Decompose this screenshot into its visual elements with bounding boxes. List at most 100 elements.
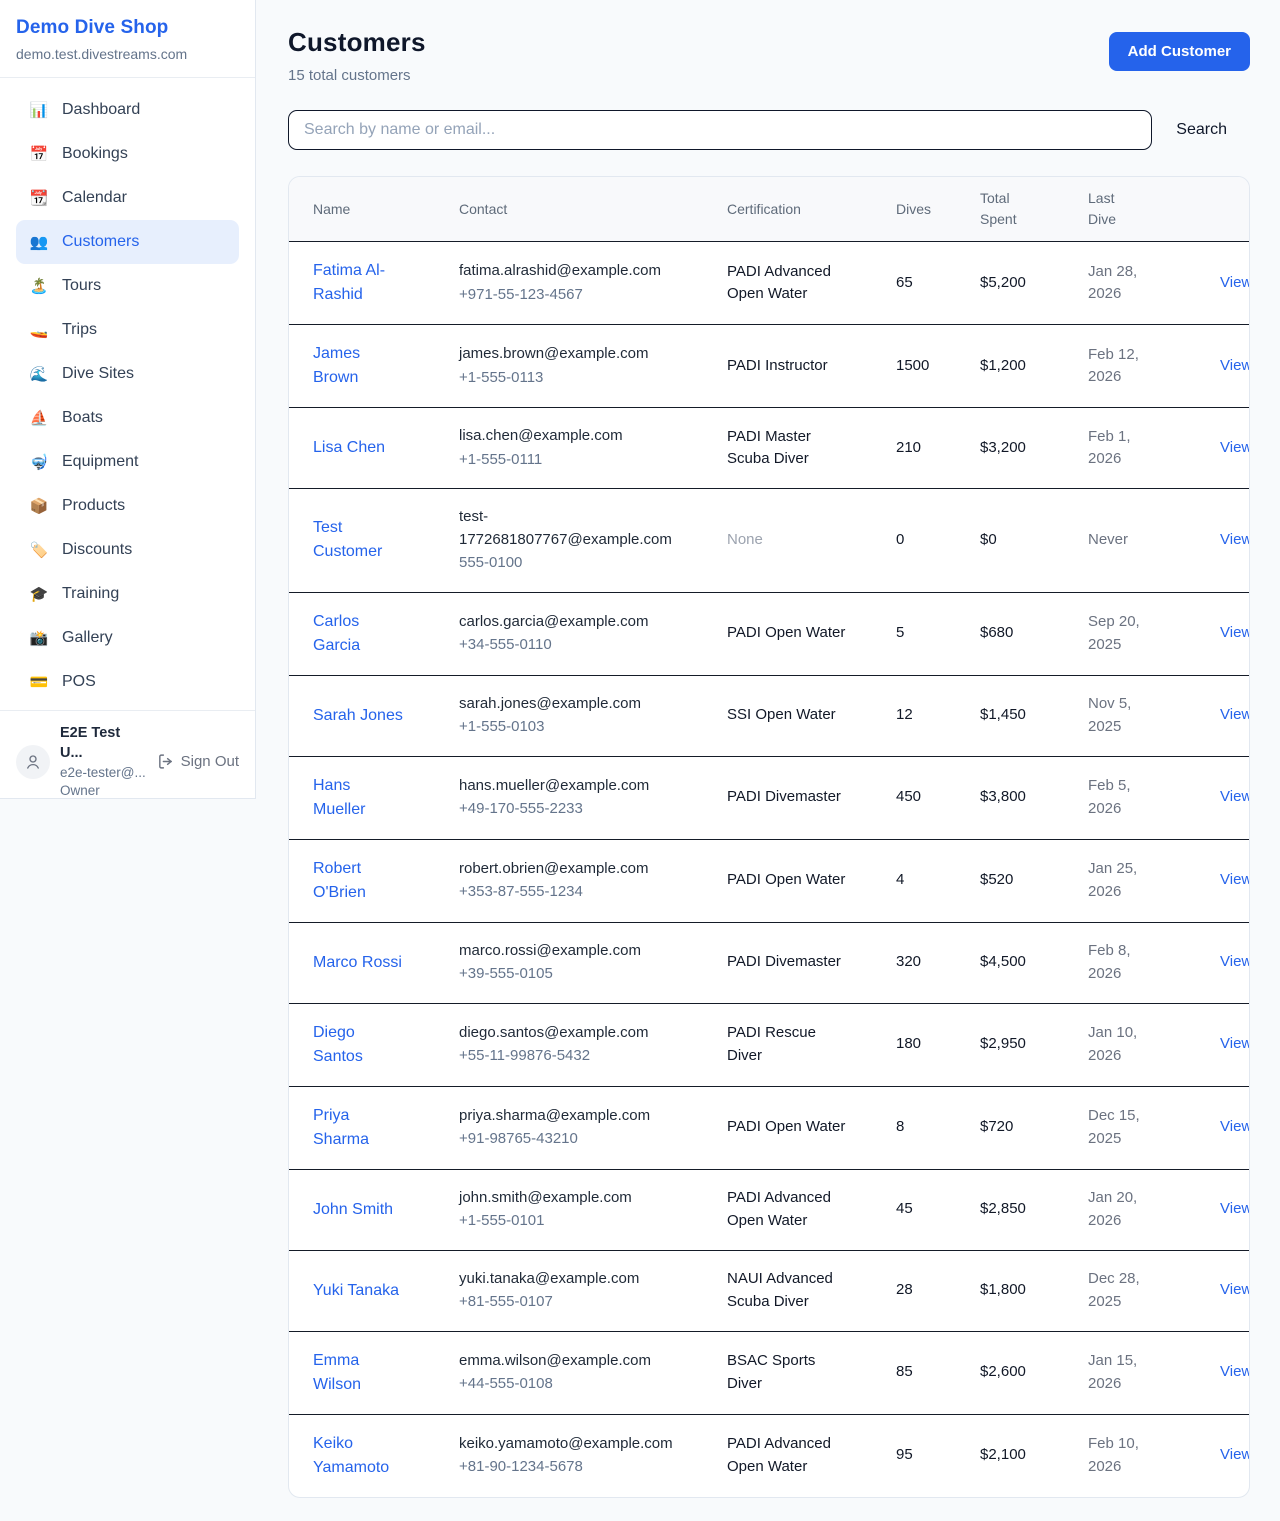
view-customer-link[interactable]: View	[1220, 788, 1250, 805]
customer-name-link[interactable]: Hans Mueller	[313, 777, 365, 818]
customer-name-link[interactable]: Emma Wilson	[313, 1352, 361, 1393]
customer-certification: PADI Master Scuba Diver	[727, 408, 896, 489]
view-customer-link[interactable]: View	[1220, 1281, 1250, 1298]
table-row: Robert O'Brien robert.obrien@example.com…	[289, 839, 1250, 922]
customer-phone: +55-11-99876-5432	[459, 1045, 669, 1068]
sidebar-item-trips[interactable]: 🚤 Trips	[16, 308, 239, 352]
customer-name-link[interactable]: Sarah Jones	[313, 707, 403, 724]
sidebar-item-boats[interactable]: ⛵ Boats	[16, 396, 239, 440]
customer-email: robert.obrien@example.com	[459, 858, 669, 881]
customer-last-dive: Jan 20, 2026	[1088, 1169, 1195, 1250]
customer-phone: +1-555-0101	[459, 1210, 669, 1233]
customer-phone: +81-555-0107	[459, 1291, 669, 1314]
page-title: Customers	[288, 27, 426, 58]
customer-name-link[interactable]: Yuki Tanaka	[313, 1282, 399, 1299]
column-header-total-spent: Total Spent	[980, 177, 1088, 242]
customer-name-link[interactable]: Robert O'Brien	[313, 860, 366, 901]
view-customer-link[interactable]: View	[1220, 624, 1250, 641]
customer-dives: 1500	[896, 325, 980, 408]
app-root: Demo Dive Shop demo.test.divestreams.com…	[0, 0, 1280, 1521]
sidebar-item-dashboard[interactable]: 📊 Dashboard	[16, 88, 239, 132]
customer-last-dive: Dec 28, 2025	[1088, 1250, 1195, 1331]
customer-email: john.smith@example.com	[459, 1187, 669, 1210]
view-customer-link[interactable]: View	[1220, 1035, 1250, 1052]
sidebar-item-calendar[interactable]: 📆 Calendar	[16, 176, 239, 220]
customer-last-dive: Nov 5, 2025	[1088, 675, 1195, 756]
customer-certification: PADI Advanced Open Water	[727, 1414, 896, 1497]
customer-name-link[interactable]: Fatima Al-Rashid	[313, 262, 385, 303]
customer-contact: lisa.chen@example.com +1-555-0111	[459, 408, 727, 489]
sidebar-item-training[interactable]: 🎓 Training	[16, 572, 239, 616]
view-customer-link[interactable]: View	[1220, 871, 1250, 888]
sidebar-item-discounts[interactable]: 🏷️ Discounts	[16, 528, 239, 572]
customer-certification: BSAC Sports Diver	[727, 1331, 896, 1414]
sidebar-nav: 📊 Dashboard 📅 Bookings 📆 Calendar 👥 Cust…	[0, 78, 255, 710]
customer-name-link[interactable]: Marco Rossi	[313, 954, 402, 971]
customer-contact: hans.mueller@example.com +49-170-555-223…	[459, 756, 727, 839]
sidebar-item-tours[interactable]: 🏝️ Tours	[16, 264, 239, 308]
view-customer-link[interactable]: View	[1220, 1200, 1250, 1217]
view-customer-link[interactable]: View	[1220, 706, 1250, 723]
view-customer-link[interactable]: View	[1220, 274, 1250, 291]
view-customer-link[interactable]: View	[1220, 1118, 1250, 1135]
main-content: Customers 15 total customers Add Custome…	[256, 0, 1280, 1521]
customer-phone: +91-98765-43210	[459, 1128, 669, 1151]
customer-email: lisa.chen@example.com	[459, 425, 669, 448]
page-subtitle: 15 total customers	[288, 67, 426, 84]
customer-name-link[interactable]: Lisa Chen	[313, 439, 385, 456]
customer-total-spent: $1,450	[980, 675, 1088, 756]
sidebar-item-gallery[interactable]: 📸 Gallery	[16, 616, 239, 660]
customer-contact: emma.wilson@example.com +44-555-0108	[459, 1331, 727, 1414]
table-row: Test Customer test-1772681807767@example…	[289, 489, 1250, 593]
customer-name-link[interactable]: James Brown	[313, 345, 360, 386]
sidebar-item-dive-sites[interactable]: 🌊 Dive Sites	[16, 352, 239, 396]
customer-total-spent: $3,200	[980, 408, 1088, 489]
sign-out-button[interactable]: Sign Out	[157, 753, 239, 770]
customer-email: emma.wilson@example.com	[459, 1350, 669, 1373]
sidebar-item-equipment[interactable]: 🤿 Equipment	[16, 440, 239, 484]
customer-email: test-1772681807767@example.com	[459, 506, 669, 551]
view-customer-link[interactable]: View	[1220, 357, 1250, 374]
sidebar-item-customers[interactable]: 👥 Customers	[16, 220, 239, 264]
search-button[interactable]: Search	[1152, 121, 1250, 139]
sidebar-item-pos[interactable]: 💳 POS	[16, 660, 239, 704]
page-header: Customers 15 total customers Add Custome…	[288, 27, 1250, 84]
customer-phone: +39-555-0105	[459, 963, 669, 986]
customers-icon: 👥	[29, 235, 49, 250]
customer-phone: +971-55-123-4567	[459, 284, 669, 307]
customer-certification: PADI Advanced Open Water	[727, 1169, 896, 1250]
customer-contact: carlos.garcia@example.com +34-555-0110	[459, 592, 727, 675]
search-input[interactable]	[288, 110, 1152, 150]
column-header-dives: Dives	[896, 177, 980, 242]
sidebar-item-products[interactable]: 📦 Products	[16, 484, 239, 528]
column-header-contact: Contact	[459, 177, 727, 242]
customer-certification: SSI Open Water	[727, 675, 896, 756]
customer-phone: +1-555-0111	[459, 449, 669, 472]
customer-dives: 180	[896, 1003, 980, 1086]
customer-total-spent: $5,200	[980, 242, 1088, 325]
view-customer-link[interactable]: View	[1220, 1363, 1250, 1380]
sidebar-item-bookings[interactable]: 📅 Bookings	[16, 132, 239, 176]
customer-email: diego.santos@example.com	[459, 1022, 669, 1045]
customer-name-link[interactable]: Keiko Yamamoto	[313, 1435, 389, 1476]
customer-certification: PADI Divemaster	[727, 756, 896, 839]
customer-total-spent: $3,800	[980, 756, 1088, 839]
view-customer-link[interactable]: View	[1220, 953, 1250, 970]
customer-name-link[interactable]: Carlos Garcia	[313, 613, 360, 654]
view-customer-link[interactable]: View	[1220, 439, 1250, 456]
view-customer-link[interactable]: View	[1220, 1446, 1250, 1463]
column-header-name: Name	[289, 177, 459, 242]
customer-certification: PADI Rescue Diver	[727, 1003, 896, 1086]
customer-name-link[interactable]: Test Customer	[313, 519, 382, 560]
customer-name-link[interactable]: Diego Santos	[313, 1024, 363, 1065]
customer-contact: marco.rossi@example.com +39-555-0105	[459, 922, 727, 1003]
customer-name-link[interactable]: John Smith	[313, 1201, 393, 1218]
customers-table-body: Fatima Al-Rashid fatima.alrashid@example…	[289, 242, 1250, 1497]
customer-total-spent: $2,950	[980, 1003, 1088, 1086]
customer-last-dive: Jan 15, 2026	[1088, 1331, 1195, 1414]
shop-name: Demo Dive Shop	[16, 17, 239, 39]
add-customer-button[interactable]: Add Customer	[1109, 32, 1250, 71]
customer-name-link[interactable]: Priya Sharma	[313, 1107, 369, 1148]
view-customer-link[interactable]: View	[1220, 531, 1250, 548]
customer-dives: 4	[896, 839, 980, 922]
